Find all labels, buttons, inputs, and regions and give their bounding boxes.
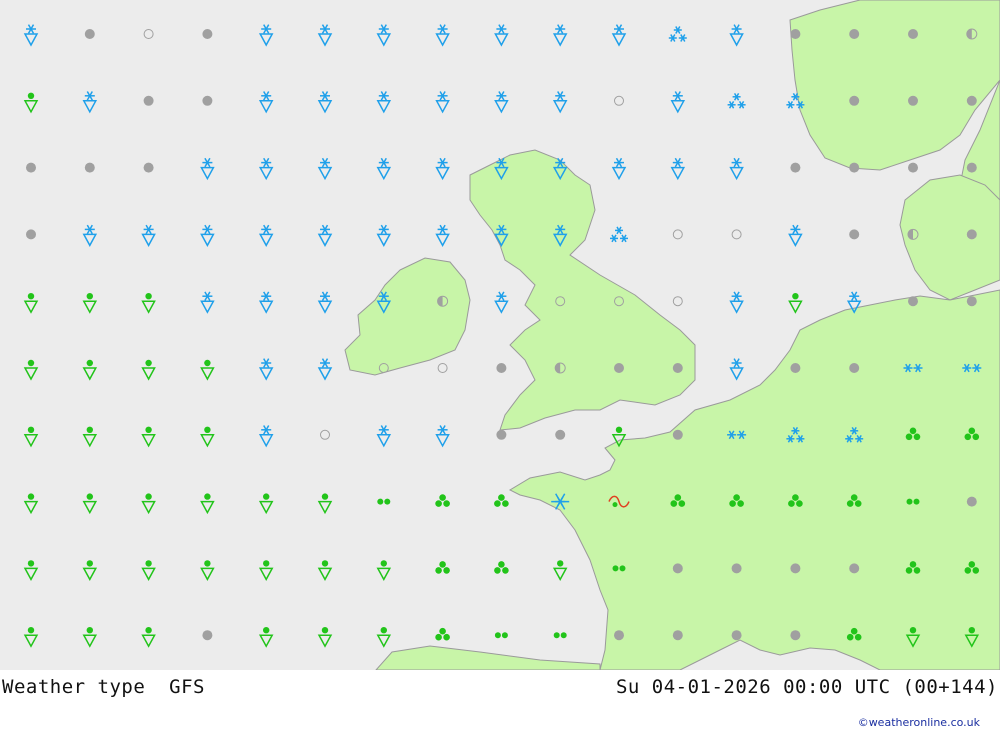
- product-label: Weather type: [2, 676, 146, 698]
- credit-link[interactable]: ©weatheronline.co.uk: [858, 716, 980, 729]
- dry-icon: [26, 162, 36, 173]
- weather-map: [0, 0, 1000, 670]
- dry-icon: [26, 229, 36, 240]
- dry-icon: [672, 630, 683, 641]
- dry-icon: [908, 29, 918, 39]
- dry-icon: [790, 563, 801, 574]
- dry-icon: [84, 162, 95, 173]
- datetime-label: Su 04-01-2026 00:00 UTC (00+144): [615, 676, 998, 698]
- dry-icon: [908, 296, 918, 307]
- dry-icon: [672, 563, 683, 574]
- dry-icon: [790, 29, 801, 39]
- map-title: Weather type GFS: [2, 676, 205, 698]
- dry-icon: [849, 95, 860, 106]
- dry-icon: [966, 229, 977, 240]
- dry-icon: [143, 95, 154, 106]
- dry-icon: [202, 29, 213, 39]
- dry-icon: [849, 229, 860, 240]
- dry-icon: [908, 162, 918, 173]
- dry-icon: [849, 29, 860, 39]
- model-label: GFS: [169, 676, 205, 698]
- dry-icon: [731, 563, 742, 574]
- dry-icon: [849, 363, 860, 373]
- dry-icon: [614, 630, 624, 641]
- dry-icon: [496, 363, 507, 373]
- dry-icon: [496, 429, 507, 440]
- dry-icon: [143, 162, 154, 173]
- dry-icon: [790, 162, 801, 173]
- dry-icon: [672, 363, 683, 373]
- dry-icon: [966, 95, 977, 106]
- dry-icon: [908, 95, 918, 106]
- dry-icon: [966, 296, 977, 307]
- dry-icon: [849, 162, 860, 173]
- dry-icon: [555, 429, 566, 440]
- dry-icon: [966, 162, 977, 173]
- dry-icon: [614, 363, 624, 373]
- dry-icon: [966, 496, 977, 507]
- dry-icon: [790, 363, 801, 373]
- dry-icon: [849, 563, 860, 574]
- dry-icon: [202, 630, 213, 641]
- dry-icon: [672, 429, 683, 440]
- dry-icon: [202, 95, 213, 106]
- dry-icon: [790, 630, 801, 641]
- dry-icon: [84, 29, 95, 39]
- dry-icon: [731, 630, 742, 641]
